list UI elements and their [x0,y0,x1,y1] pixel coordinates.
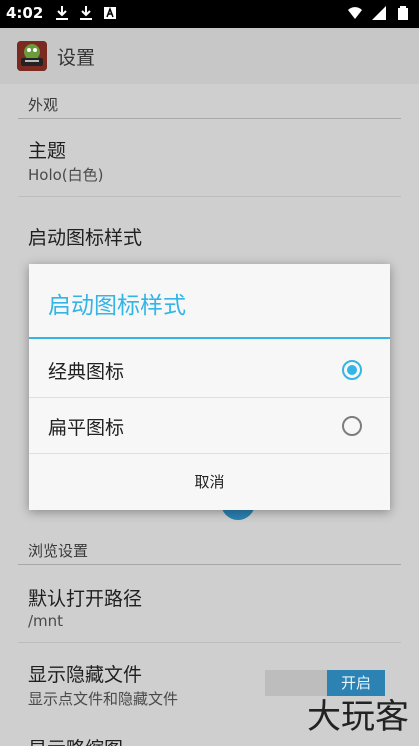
section-header-appearance: 外观 [28,96,59,114]
pref-launcher-icon-title: 启动图标样式 [28,227,143,249]
launcher-icon-dialog: 启动图标样式 经典图标 扁平图标 取消 [29,264,390,510]
divider [18,196,401,197]
pref-default-path-summary: /mnt [28,612,64,630]
battery-icon [398,6,408,20]
section-header-browse: 浏览设置 [28,542,89,560]
dialog-title-divider [29,337,390,339]
radio-unchecked-icon[interactable] [342,416,362,436]
app-icon[interactable] [17,41,47,71]
cancel-button[interactable]: 取消 [29,454,390,510]
pref-theme-title: 主题 [28,140,67,162]
status-bar: 4:02 [0,0,419,28]
option-label: 经典图标 [48,361,125,383]
wifi-icon [348,7,362,19]
pref-default-path-title: 默认打开路径 [28,588,143,610]
section-divider [18,118,401,119]
radio-checked-icon[interactable] [342,360,362,380]
pref-theme-summary: Holo(白色) [28,166,104,184]
download-icon [80,6,92,20]
watermark: 大玩客 [307,697,409,737]
download-icon [56,6,68,20]
pref-show-hidden-summary: 显示点文件和隐藏文件 [28,690,179,708]
dialog-title: 启动图标样式 [48,293,186,319]
section-divider [18,564,401,565]
option-label: 扁平图标 [48,417,125,439]
status-time: 4:02 [6,4,44,22]
signal-icon [372,6,386,20]
text-notification-icon [104,6,116,19]
divider [18,642,401,643]
page-title: 设置 [57,47,96,69]
option-classic-icon[interactable]: 经典图标 [29,342,390,398]
pref-thumbnail-title[interactable]: 显示略缩图 [28,734,123,746]
pref-show-hidden-title: 显示隐藏文件 [28,664,143,686]
option-flat-icon[interactable]: 扁平图标 [29,398,390,454]
app-bar: 设置 [0,28,419,84]
